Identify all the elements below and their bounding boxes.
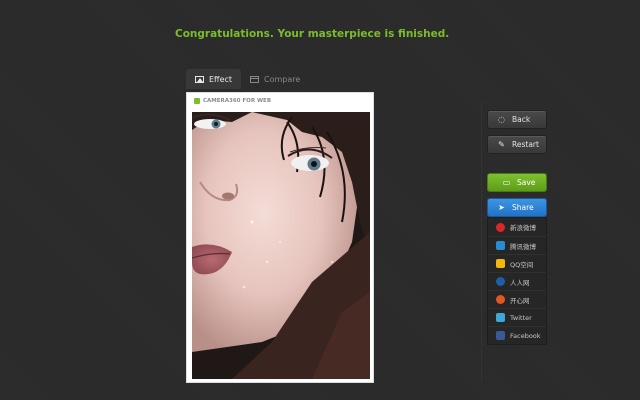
watermark-text: CAMERA360 FOR WEB [203,98,272,104]
qzone-icon [496,259,505,268]
tencent-weibo-icon [496,241,505,250]
share-kaixin-label: 开心网 [510,296,530,305]
share-renren[interactable]: 人人网 [488,272,546,290]
share-twitter[interactable]: Twitter [488,308,546,326]
tab-effect-label: Effect [209,74,233,84]
photo-preview-frame: CAMERA360 FOR WEB [186,92,374,383]
share-qzone-label: QQ空间 [510,260,534,269]
restart-label: Restart [512,140,539,149]
share-weibo-label: 新浪微博 [510,224,536,232]
tab-compare[interactable]: Compare [241,69,309,89]
image-icon [195,75,204,83]
view-tabs: Effect Compare [186,69,309,89]
send-icon: ➤ [498,203,505,212]
share-renren-label: 人人网 [510,278,530,287]
camera360-logo-icon [194,98,200,104]
share-facebook-label: Facebook [510,331,541,340]
compare-icon [250,75,260,83]
edit-icon: ✎ [498,140,505,149]
share-tencent-weibo-label: 腾讯微博 [510,242,536,251]
watermark: CAMERA360 FOR WEB [194,98,271,104]
tab-compare-label: Compare [264,74,301,84]
restart-button[interactable]: ✎ Restart [487,135,547,154]
tab-effect[interactable]: Effect [186,69,242,89]
share-tencent-weibo[interactable]: 腾讯微博 [488,236,546,254]
twitter-icon [496,313,505,322]
share-button[interactable]: ➤ Share [487,198,547,217]
success-headline: Congratulations. Your masterpiece is fin… [175,28,450,40]
monitor-icon: ▭ [502,178,511,187]
back-button[interactable]: ◌ Back [487,110,547,129]
share-facebook[interactable]: Facebook [488,326,546,344]
weibo-icon [496,222,505,232]
share-twitter-label: Twitter [510,313,532,322]
back-icon: ◌ [498,115,505,124]
facebook-icon [496,331,505,340]
renren-icon [496,277,505,286]
portrait-image [192,112,370,379]
share-targets-list: 新浪微博 腾讯微博 QQ空间 人人网 开心网 Twitter Facebook [487,217,547,345]
share-label: Share [512,203,534,212]
back-label: Back [512,115,531,124]
share-kaixin[interactable]: 开心网 [488,290,546,308]
save-button[interactable]: ▭ Save [487,173,547,192]
share-qzone[interactable]: QQ空间 [488,254,546,272]
panel-divider [481,102,482,382]
processed-photo [192,112,370,379]
share-weibo[interactable]: 新浪微博 [488,218,546,236]
save-label: Save [517,178,536,187]
kaixin-icon [496,295,505,304]
